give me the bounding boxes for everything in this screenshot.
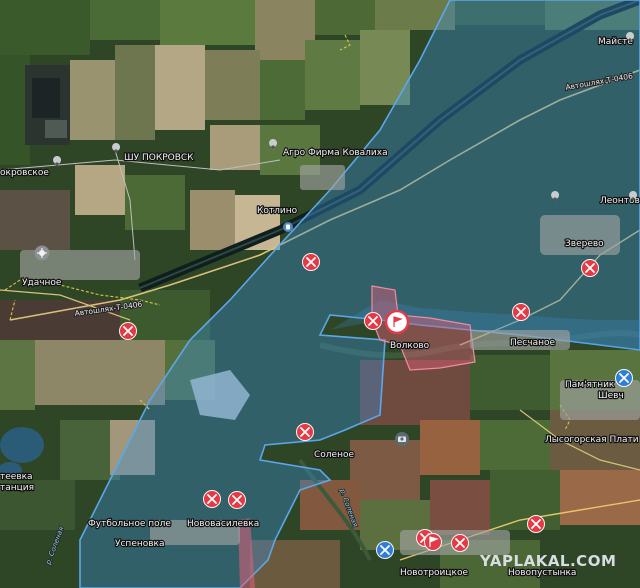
label-football: Футбольное поле (88, 519, 171, 529)
label-uspenovka: Успеновка (115, 539, 165, 549)
label-volkovo: Волково (390, 341, 430, 351)
crossed-swords-icon[interactable] (302, 253, 320, 271)
label-solenoe: Соленое (314, 450, 354, 460)
blue-crossed-swords-icon[interactable] (376, 541, 394, 559)
label-novotroitskoe: Новотроицкое (400, 568, 468, 578)
flag-icon[interactable] (384, 309, 410, 335)
crossed-swords-icon[interactable] (296, 423, 314, 441)
crossed-swords-icon[interactable] (228, 491, 246, 509)
label-shu-pokrovsk: ШУ ПОКРОВСК (124, 153, 194, 163)
quarry-area (25, 65, 70, 145)
crossed-swords-icon[interactable] (512, 303, 530, 321)
camera-icon[interactable] (395, 432, 409, 446)
label-stantsiya: танция (0, 483, 34, 493)
lake (0, 427, 44, 463)
label-agro-firma: Агро Фирма Ковалиха (283, 148, 388, 158)
map-canvas[interactable]: ШУ ПОКРОВСК Агро Фирма Ковалиха окровско… (0, 0, 640, 588)
label-udachnoe: Удачное (22, 278, 62, 288)
label-lysogorskaya: Лысогорская Плати (545, 435, 639, 445)
label-shevch: Шевч (598, 391, 624, 401)
label-pokrovskoe: окровское (0, 168, 49, 178)
label-kotlino: Котлино (257, 206, 298, 216)
train-icon[interactable] (283, 222, 293, 232)
watermark: YAPLAKAL.COM (479, 552, 616, 570)
crossed-swords-icon[interactable] (364, 312, 382, 330)
crossed-swords-icon[interactable] (203, 490, 221, 508)
crossed-swords-icon[interactable] (581, 259, 599, 277)
label-novovasilevka: Нововасилевка (187, 519, 259, 529)
fortification-icon[interactable] (34, 245, 50, 261)
crossed-swords-icon[interactable] (527, 515, 545, 533)
flag-icon[interactable] (424, 533, 442, 551)
label-pamyatnik: Пам'ятник (565, 380, 615, 390)
label-teevka: теевка (0, 472, 33, 482)
map-view[interactable]: ШУ ПОКРОВСК Агро Фирма Ковалиха окровско… (0, 0, 640, 588)
blue-crossed-swords-icon[interactable] (615, 369, 633, 387)
crossed-swords-icon[interactable] (119, 322, 137, 340)
label-peschanoe: Песчаное (510, 338, 555, 348)
label-zverevo: Зверево (565, 239, 604, 249)
crossed-swords-icon[interactable] (451, 534, 469, 552)
